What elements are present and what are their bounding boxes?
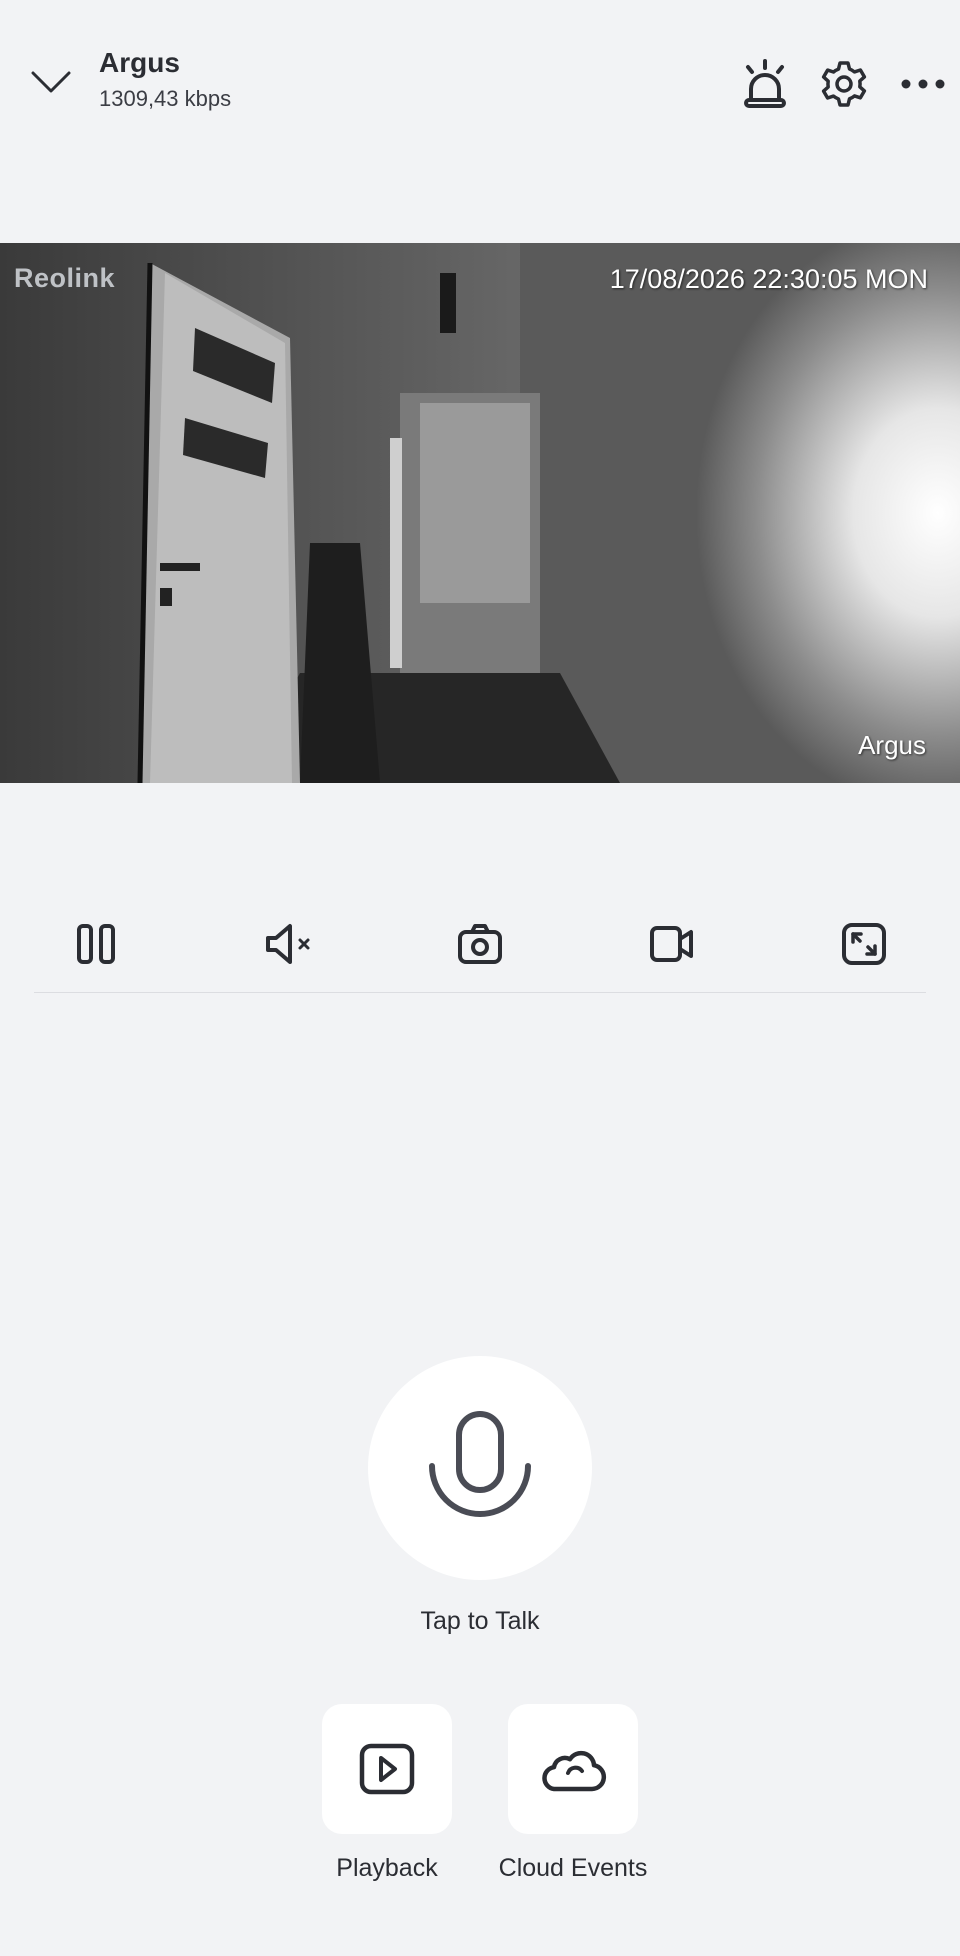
pause-button[interactable]	[64, 914, 128, 974]
play-square-icon	[359, 1743, 415, 1795]
playback-controls	[0, 914, 960, 974]
fullscreen-button[interactable]	[832, 914, 896, 974]
snapshot-icon	[458, 924, 502, 964]
divider	[34, 992, 926, 993]
camera-name-overlay: Argus	[858, 730, 926, 760]
cloud-events-label: Cloud Events	[498, 1854, 648, 1882]
siren-icon	[744, 59, 786, 108]
record-icon	[650, 926, 693, 962]
microphone-icon	[429, 1411, 531, 1517]
mute-icon	[266, 924, 310, 964]
top-bar: Argus 1309,43 kbps	[0, 0, 960, 170]
siren-button[interactable]	[737, 56, 793, 112]
talk-button[interactable]	[368, 1356, 592, 1580]
settings-button[interactable]	[816, 56, 872, 112]
brand-logo: Reolink	[14, 263, 116, 293]
record-button[interactable]	[640, 914, 704, 974]
collapse-button[interactable]	[24, 58, 78, 106]
more-icon	[901, 79, 945, 89]
device-title: Argus	[99, 47, 180, 78]
bitrate-label: 1309,43 kbps	[99, 86, 232, 111]
playback-button[interactable]	[322, 1704, 452, 1834]
chevron-down-icon	[31, 71, 71, 93]
snapshot-button[interactable]	[448, 914, 512, 974]
fullscreen-icon	[842, 923, 886, 965]
cloud-icon	[542, 1750, 607, 1792]
more-button[interactable]	[895, 56, 951, 112]
camera-frame	[0, 243, 960, 783]
mute-button[interactable]	[257, 914, 321, 974]
timestamp-overlay: 17/08/2026 22:30:05 MON	[609, 264, 928, 294]
cloud-events-button[interactable]	[508, 1704, 638, 1834]
pause-icon	[77, 924, 115, 964]
live-video-feed[interactable]: Reolink 17/08/2026 22:30:05 MON Argus	[0, 243, 960, 783]
gear-icon	[821, 61, 867, 107]
talk-label: Tap to Talk	[420, 1607, 540, 1635]
